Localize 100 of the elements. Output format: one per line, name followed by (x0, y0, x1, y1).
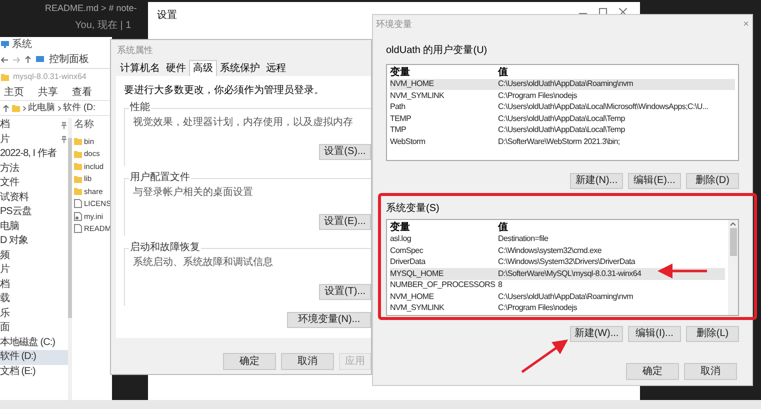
nav-item[interactable]: 2022-8, I 作者 (0, 147, 68, 162)
scrollbar[interactable] (728, 220, 738, 315)
nav-item[interactable]: PS云盘 (0, 205, 68, 220)
column-header: 值 (498, 68, 508, 78)
scroll-up-icon[interactable] (730, 222, 736, 226)
dialog-button[interactable]: 新建(N)... (570, 173, 623, 189)
ribbon-tab[interactable]: 查看 (72, 88, 92, 98)
nav-item[interactable]: 片 (0, 263, 68, 278)
variable-name: TEMP (390, 114, 412, 123)
folder-icon (1, 73, 9, 81)
scrollbar-thumb[interactable] (730, 228, 736, 256)
nav-item[interactable]: 电脑 (0, 220, 68, 234)
variable-name: NVM_HOME (390, 80, 434, 88)
tab[interactable]: 硬件 (163, 64, 189, 76)
group-title: 用户配置文件 (129, 173, 191, 183)
dialog-button[interactable]: 编辑(I)... (628, 326, 681, 342)
dialog-button[interactable]: 确定 (223, 353, 276, 370)
variable-value: C:\Users\oldUath\AppData\Local\Temp (498, 114, 625, 123)
variable-row[interactable]: Path C:\Users\oldUath\AppData\Local\Microsoft\WindowsApps;C:\U... (390, 102, 735, 113)
ribbon-tab[interactable]: 主页 (4, 88, 24, 98)
tab[interactable]: 系统保护 (217, 64, 263, 76)
nav-item[interactable]: 软件 (D:) (0, 350, 68, 364)
nav-item[interactable]: 频 (0, 248, 68, 263)
nav-label: 本地磁盘 (C:) (0, 338, 55, 348)
column-header: 变量 (390, 222, 411, 233)
variable-value: C:\Windows\System32\Drivers\DriverData (498, 258, 636, 266)
variable-name: DriverData (390, 258, 426, 266)
dialog-button[interactable]: 编辑(E)... (628, 173, 681, 189)
nav-label: 载 (0, 294, 10, 304)
tab[interactable]: 远程 (263, 64, 289, 76)
nav-item[interactable]: 试资料 (0, 190, 68, 205)
group-description: 与登录帐户相关的桌面设置 (133, 188, 254, 198)
nav-item[interactable]: 文件 (0, 176, 68, 190)
variable-row[interactable]: asl.log Destination=file (390, 234, 725, 245)
variable-row[interactable]: WebStorm D:\SofterWare\WebStorm 2021.3\bin; (390, 136, 735, 148)
nav-item[interactable]: 档 (0, 118, 68, 132)
nav-item[interactable]: 文档 (E:) (0, 364, 68, 379)
variable-row[interactable]: NVM_HOME C:\Users\oldUath\AppData\Roaming\nvm (390, 291, 725, 302)
file-icon (74, 224, 82, 234)
tab[interactable]: 高级 (189, 60, 217, 76)
dialog-button[interactable]: 设置(T)... (319, 284, 371, 300)
editor-breadcrumb[interactable]: README.md > # note- (45, 2, 150, 16)
chevron-icon (23, 106, 26, 110)
location-text[interactable]: 控制面板 (49, 52, 89, 67)
variable-row[interactable]: TMP C:\Users\oldUath\AppData\Local\Temp (390, 124, 735, 136)
variable-row[interactable]: NVM_HOME C:\Users\oldUath\AppData\Roaming\nvm (390, 78, 735, 90)
back-icon[interactable] (1, 56, 8, 62)
nav-label: 面 (0, 323, 10, 334)
dialog-button[interactable]: 设置(S)... (319, 144, 371, 160)
dialog-button[interactable]: 确定 (626, 363, 679, 380)
tab[interactable]: 计算机名 (117, 64, 163, 76)
dialog-button[interactable]: 设置(E)... (319, 214, 371, 230)
dialog-button[interactable]: 取消 (281, 353, 334, 370)
variable-row[interactable]: ComSpec C:\Windows\system32\cmd.exe (390, 245, 725, 256)
nav-item[interactable]: 面 (0, 321, 68, 336)
nav-item[interactable]: D 对象 (0, 234, 68, 248)
settings-file-icon (74, 212, 82, 221)
path-segment[interactable]: 此电脑 (28, 101, 55, 115)
variable-value: C:\Users\oldUath\AppData\Local\Temp (498, 126, 625, 134)
path-segment[interactable]: 软件 (D: (63, 101, 96, 115)
variable-name: NUMBER_OF_PROCESSORS (390, 281, 496, 290)
variable-row[interactable]: MYSQL_HOME D:\SofterWare\MySQL\mysql-8.0.31-winx64 (390, 268, 725, 280)
window-title: 系统 (12, 38, 32, 52)
column-header[interactable]: 名称 (74, 118, 112, 135)
variable-name: NVM_SYMLINK (390, 304, 444, 312)
dialog-button[interactable]: 新建(W)... (570, 326, 623, 342)
nav-label: 文件 (0, 178, 19, 188)
nav-item[interactable]: 本地磁盘 (C:) (0, 336, 68, 350)
nav-item[interactable]: 方法 (0, 162, 68, 176)
variable-value: C:\Program Files\nodejs (498, 304, 577, 312)
folder-title: mysql-8.0.31-winx64 (13, 71, 86, 83)
variable-value: 8 (498, 281, 502, 290)
dialog-button[interactable]: 删除(D) (686, 173, 739, 189)
variable-row[interactable]: DriverData C:\Windows\System32\Drivers\DriverData (390, 256, 725, 268)
dialog-button[interactable]: 环境变量(N)... (287, 312, 371, 328)
admin-notice: 要进行大多数更改，你必须作为管理员登录。 (124, 86, 325, 96)
up-icon[interactable] (25, 56, 31, 63)
nav-item[interactable]: 片 (0, 132, 68, 147)
nav-label: 档 (0, 280, 10, 290)
nav-item[interactable]: 载 (0, 292, 68, 306)
variable-name: NVM_HOME (390, 292, 434, 301)
variable-value: D:\SofterWare\MySQL\mysql-8.0.31-winx64 (498, 270, 642, 278)
nav-item[interactable]: 档 (0, 278, 68, 292)
variable-value: C:\Users\oldUath\AppData\Local\Microsoft\WindowsApps;C:\U... (498, 103, 708, 112)
nav-item[interactable]: 乐 (0, 306, 68, 321)
scrollbar-thumb[interactable] (68, 138, 72, 318)
variable-row[interactable]: NUMBER_OF_PROCESSORS 8 (390, 280, 725, 291)
up-icon[interactable] (3, 104, 9, 112)
variable-value: C:\Users\oldUath\AppData\Roaming\nvm (498, 80, 634, 88)
nav-label: D 对象 (0, 236, 28, 246)
variable-row[interactable]: NVM_SYMLINK C:\Program Files\nodejs (390, 302, 725, 314)
column-header: 变量 (390, 68, 411, 78)
section-title: 系统变量(S) (386, 204, 440, 214)
ribbon-tab[interactable]: 共享 (38, 88, 58, 98)
control-panel-icon (36, 56, 44, 63)
dialog-button[interactable]: 删除(L) (686, 326, 739, 342)
variable-row[interactable]: TEMP C:\Users\oldUath\AppData\Local\Temp (390, 113, 735, 124)
variable-row[interactable]: NVM_SYMLINK C:\Program Files\nodejs (390, 90, 735, 102)
dialog-button[interactable]: 取消 (684, 363, 737, 380)
blame-annotation: You, 现在 | 1 (75, 18, 132, 32)
